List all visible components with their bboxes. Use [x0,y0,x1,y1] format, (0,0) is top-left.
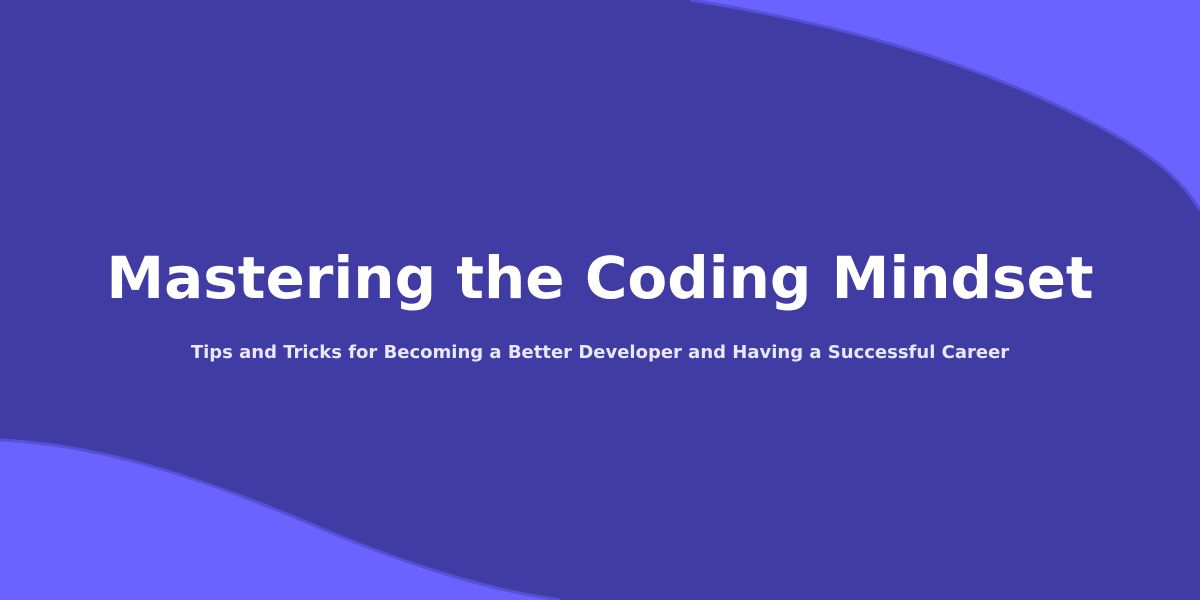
page-title: Mastering the Coding Mindset [106,244,1094,312]
banner-content: Mastering the Coding Mindset Tips and Tr… [0,0,1200,600]
banner-hero: Mastering the Coding Mindset Tips and Tr… [0,0,1200,600]
page-subtitle: Tips and Tricks for Becoming a Better De… [190,342,1010,363]
